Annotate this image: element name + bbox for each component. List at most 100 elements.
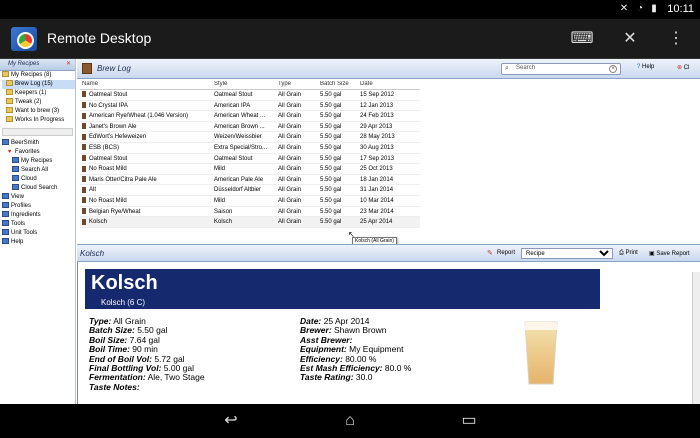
tree-item[interactable]: Keepers (1)	[2, 89, 75, 98]
tree-item[interactable]: Works In Progress	[2, 116, 75, 125]
cell-text: 25 Oct 2013	[360, 166, 393, 173]
table-cell: 5.50 gal	[318, 154, 358, 164]
chrome-remote-desktop-icon[interactable]	[11, 27, 37, 51]
report-recipe-name: Kolsch	[91, 272, 158, 294]
table-row[interactable]: No Crystal IPA American IPA All Grain 5.50 …	[80, 101, 420, 112]
tree-item[interactable]: Cloud Search	[2, 184, 75, 193]
close-pane-icon[interactable]: ✕	[66, 60, 71, 67]
table-row[interactable]: ESB (BCS) Extra Special/Stro... All Grain 5…	[80, 143, 420, 154]
close-button[interactable]: ⊗ Cl	[677, 64, 689, 71]
tree-item[interactable]: View	[2, 193, 75, 202]
left-pane-title: My Recipes	[8, 61, 40, 67]
node-icon	[12, 157, 19, 164]
column-header[interactable]: Name	[80, 81, 212, 89]
column-header[interactable]: Type	[276, 81, 318, 89]
tree-item[interactable]: Tweak (2)	[2, 98, 75, 107]
node-icon	[2, 238, 9, 245]
beer-mug-icon	[82, 154, 86, 161]
save-report-button[interactable]: ▣ Save Report	[649, 250, 690, 257]
cell-text: 5.50 gal	[320, 166, 342, 173]
table-row[interactable]: Maris Otter/Citra Pale Ale American Pale …	[80, 175, 420, 186]
recent-apps-icon[interactable]: ▭	[454, 412, 484, 430]
table-row[interactable]: No Roast Mild Mild All Grain 5.50 gal 10 Mar…	[80, 196, 420, 207]
table-cell: 5.50 gal	[318, 164, 358, 174]
tree-item[interactable]: My Recipes (8)	[2, 71, 75, 80]
cell-text: 5.50 gal	[320, 144, 342, 151]
app-action-bar: Remote Desktop ⌨ ✕ ⋮	[0, 19, 700, 59]
cell-text: No Crystal IPA	[89, 102, 128, 109]
print-button[interactable]: ⎙ Print	[619, 250, 638, 257]
cell-text: 18 Jan 2014	[360, 176, 394, 183]
table-cell: Kolsch	[80, 217, 212, 227]
tree-item[interactable]: Ingredients	[2, 211, 75, 220]
table-row[interactable]: EdWort's Hefeweizen Weizen/Weissbier All G…	[80, 132, 420, 143]
tree-item[interactable]: Tools	[2, 220, 75, 229]
cell-text: All Grain	[278, 134, 302, 141]
cell-text: 5.50 gal	[320, 113, 342, 120]
cell-text: 30 Aug 2013	[360, 144, 394, 151]
table-cell: All Grain	[276, 101, 318, 111]
table-row[interactable]: Belgian Rye/Wheat Saison All Grain 5.50 gal…	[80, 207, 420, 218]
node-icon	[12, 166, 19, 173]
keyboard-icon[interactable]: ⌨	[568, 27, 596, 51]
tree-item[interactable]: My Recipes	[2, 157, 75, 166]
nav-tree: BeerSmith ♥ Favorites My Recipes Search All C…	[0, 139, 75, 247]
cell-text: Oatmeal Stout	[214, 155, 253, 162]
tree-item[interactable]: Want to brew (3)	[2, 107, 75, 116]
column-header[interactable]: Batch Size	[318, 81, 358, 89]
table-row[interactable]: Alt Düsseldorf Altbier All Grain 5.50 gal 31…	[80, 185, 420, 196]
overflow-menu-icon[interactable]: ⋮	[662, 27, 690, 51]
search-input[interactable]: ⌕ Search ×	[501, 63, 621, 75]
cell-text: All Grain	[278, 219, 302, 226]
report-field-value: Ale, Two Stage	[145, 372, 205, 383]
tree-item[interactable]: BeerSmith	[2, 139, 75, 148]
help-label: Help	[642, 64, 655, 70]
table-row[interactable]: Janet's Brown Ale American Brown ... All G…	[80, 122, 420, 133]
remote-desktop-view[interactable]: My Recipes ✕ My Recipes (8) Brew Log (15)…	[0, 59, 700, 404]
report-scrollbar[interactable]	[692, 272, 700, 404]
tree-item[interactable]: Search All	[2, 166, 75, 175]
tree-item[interactable]: Profiles	[2, 202, 75, 211]
tree-item[interactable]: Unit Tools	[2, 229, 75, 238]
table-cell: American Wheat ...	[212, 111, 276, 121]
cell-text: All Grain	[278, 113, 302, 120]
report-field-value: 30.0	[353, 372, 373, 383]
cell-text: EdWort's Hefeweizen	[89, 134, 147, 141]
column-header[interactable]: Date	[358, 81, 418, 89]
tree-item[interactable]: Help	[2, 238, 75, 247]
cell-text: 5.50 gal	[320, 134, 342, 141]
left-pane: My Recipes ✕ My Recipes (8) Brew Log (15)…	[0, 59, 76, 404]
search-placeholder: Search	[516, 65, 536, 71]
table-row[interactable]: Kolsch Kolsch All Grain 5.50 gal 25 Apr 2014	[80, 217, 420, 228]
tree-item[interactable]: Brew Log (15)	[2, 80, 75, 89]
status-clock: 10:11	[667, 3, 694, 15]
table-row[interactable]: No Roast Mild Mild All Grain 5.50 gal 25 Oct…	[80, 164, 420, 175]
table-cell: 30 Aug 2013	[358, 143, 418, 153]
table-cell: Kolsch	[212, 217, 276, 227]
beer-mug-icon	[82, 91, 86, 98]
table-row[interactable]: American Rye/Wheat (1.046 Version) Americ…	[80, 111, 420, 122]
back-icon[interactable]: ↩	[216, 412, 246, 430]
table-row[interactable]: Oatmeal Stout Oatmeal Stout All Grain 5.50 …	[80, 154, 420, 165]
cell-text: All Grain	[278, 144, 302, 151]
clear-search-icon[interactable]: ×	[609, 65, 617, 73]
tree-item[interactable]: Cloud	[2, 175, 75, 184]
tree-item-label: Ingredients	[11, 212, 41, 218]
table-row[interactable]: Oatmeal Stout Oatmeal Stout All Grain 5.50 …	[80, 90, 420, 101]
table-cell: Maris Otter/Citra Pale Ale	[80, 175, 212, 185]
close-icon[interactable]: ✕	[616, 27, 644, 51]
horizontal-scrollbar[interactable]	[2, 128, 73, 136]
cell-text: 25 Apr 2014	[360, 219, 393, 226]
cell-text: 5.50 gal	[320, 219, 342, 226]
cell-text: 15 Sep 2012	[360, 92, 395, 98]
tree-item[interactable]: ♥ Favorites	[2, 148, 75, 157]
tree-item-label: Tweak (2)	[15, 99, 42, 105]
folder-icon	[6, 98, 13, 105]
home-icon[interactable]: ⌂	[335, 412, 365, 430]
printer-icon: ⎙	[619, 250, 624, 256]
column-header[interactable]: Style	[212, 81, 276, 89]
help-button[interactable]: ? Help	[637, 64, 654, 70]
tree-item-label: Keepers (1)	[15, 90, 47, 96]
report-select[interactable]: Recipe	[521, 248, 613, 259]
tree-item-label: Search All	[21, 167, 49, 173]
